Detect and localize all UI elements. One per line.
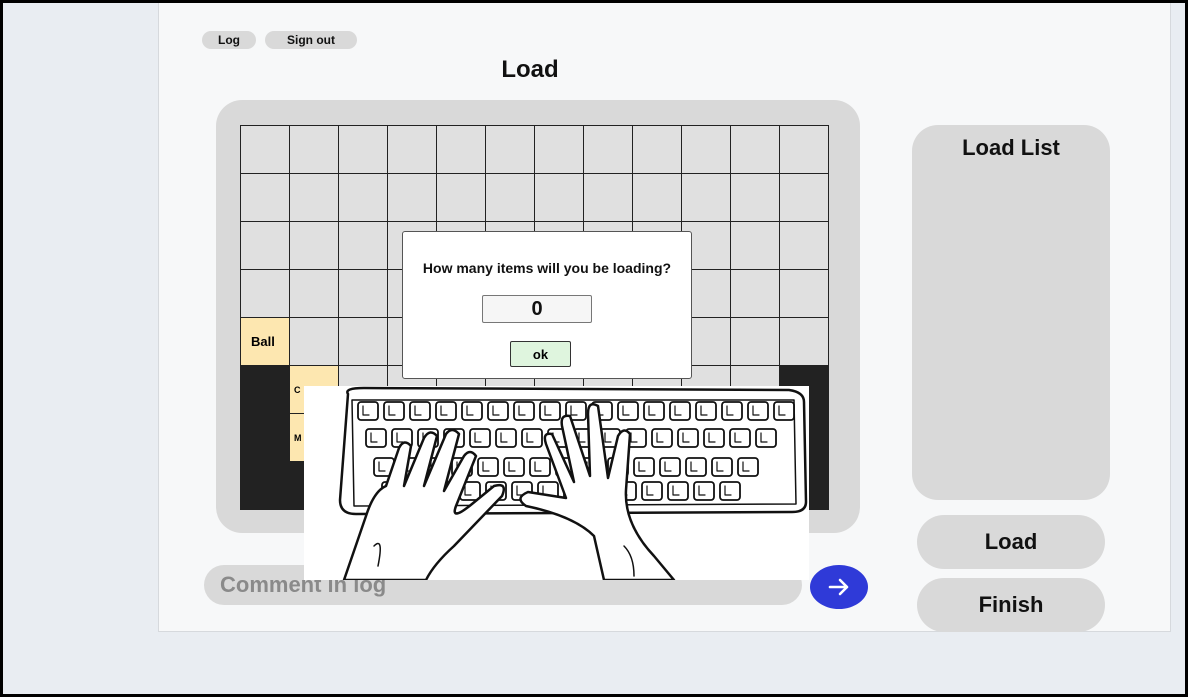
grid-cell[interactable] bbox=[388, 126, 437, 174]
grid-cell[interactable] bbox=[241, 270, 290, 318]
grid-cell[interactable] bbox=[780, 222, 829, 270]
grid-cell[interactable] bbox=[437, 126, 486, 174]
ok-button[interactable]: ok bbox=[510, 341, 571, 367]
grid-cell[interactable] bbox=[780, 270, 829, 318]
grid-cell[interactable] bbox=[731, 270, 780, 318]
load-list-panel: Load List bbox=[912, 125, 1110, 500]
grid-cell[interactable] bbox=[780, 318, 829, 366]
grid-cell[interactable] bbox=[290, 222, 339, 270]
grid-cell[interactable] bbox=[780, 174, 829, 222]
grid-cell[interactable] bbox=[633, 174, 682, 222]
grid-cell[interactable] bbox=[241, 174, 290, 222]
keyboard-illustration bbox=[304, 386, 809, 580]
load-list-title: Load List bbox=[962, 135, 1060, 160]
sign-out-button[interactable]: Sign out bbox=[265, 31, 357, 49]
arrow-right-icon bbox=[828, 578, 849, 596]
grid-cell[interactable] bbox=[290, 174, 339, 222]
quantity-dialog: How many items will you be loading? 0 ok bbox=[402, 231, 692, 379]
grid-cell[interactable] bbox=[339, 126, 388, 174]
grid-cell[interactable] bbox=[486, 126, 535, 174]
grid-cell[interactable] bbox=[241, 462, 290, 510]
dialog-question: How many items will you be loading? bbox=[422, 260, 672, 276]
grid-cell[interactable] bbox=[241, 126, 290, 174]
grid-cell-item[interactable]: Ball bbox=[241, 318, 290, 366]
grid-cell[interactable] bbox=[486, 174, 535, 222]
keyboard-typing-hands-icon bbox=[338, 386, 808, 580]
log-button[interactable]: Log bbox=[202, 31, 256, 49]
grid-cell[interactable] bbox=[584, 126, 633, 174]
grid-cell[interactable] bbox=[780, 126, 829, 174]
grid-cell[interactable] bbox=[388, 174, 437, 222]
grid-cell[interactable] bbox=[290, 126, 339, 174]
grid-cell[interactable] bbox=[535, 174, 584, 222]
grid-cell[interactable] bbox=[339, 270, 388, 318]
grid-cell[interactable] bbox=[731, 174, 780, 222]
grid-cell[interactable] bbox=[241, 414, 290, 462]
load-button[interactable]: Load bbox=[917, 515, 1105, 569]
grid-cell[interactable] bbox=[339, 174, 388, 222]
grid-cell[interactable] bbox=[633, 126, 682, 174]
grid-cell[interactable] bbox=[682, 174, 731, 222]
grid-cell[interactable] bbox=[535, 126, 584, 174]
grid-cell[interactable] bbox=[731, 318, 780, 366]
grid-cell[interactable] bbox=[731, 126, 780, 174]
grid-cell[interactable] bbox=[241, 222, 290, 270]
send-button[interactable] bbox=[810, 565, 868, 609]
page-title: Load bbox=[501, 56, 559, 83]
grid-cell[interactable] bbox=[290, 270, 339, 318]
quantity-input[interactable]: 0 bbox=[482, 295, 592, 323]
grid-cell[interactable] bbox=[437, 174, 486, 222]
grid-cell[interactable] bbox=[682, 126, 731, 174]
grid-cell[interactable] bbox=[731, 222, 780, 270]
grid-cell[interactable] bbox=[241, 366, 290, 414]
grid-cell[interactable] bbox=[339, 222, 388, 270]
grid-cell[interactable] bbox=[339, 318, 388, 366]
finish-button[interactable]: Finish bbox=[917, 578, 1105, 632]
grid-cell[interactable] bbox=[584, 174, 633, 222]
grid-cell[interactable] bbox=[290, 318, 339, 366]
